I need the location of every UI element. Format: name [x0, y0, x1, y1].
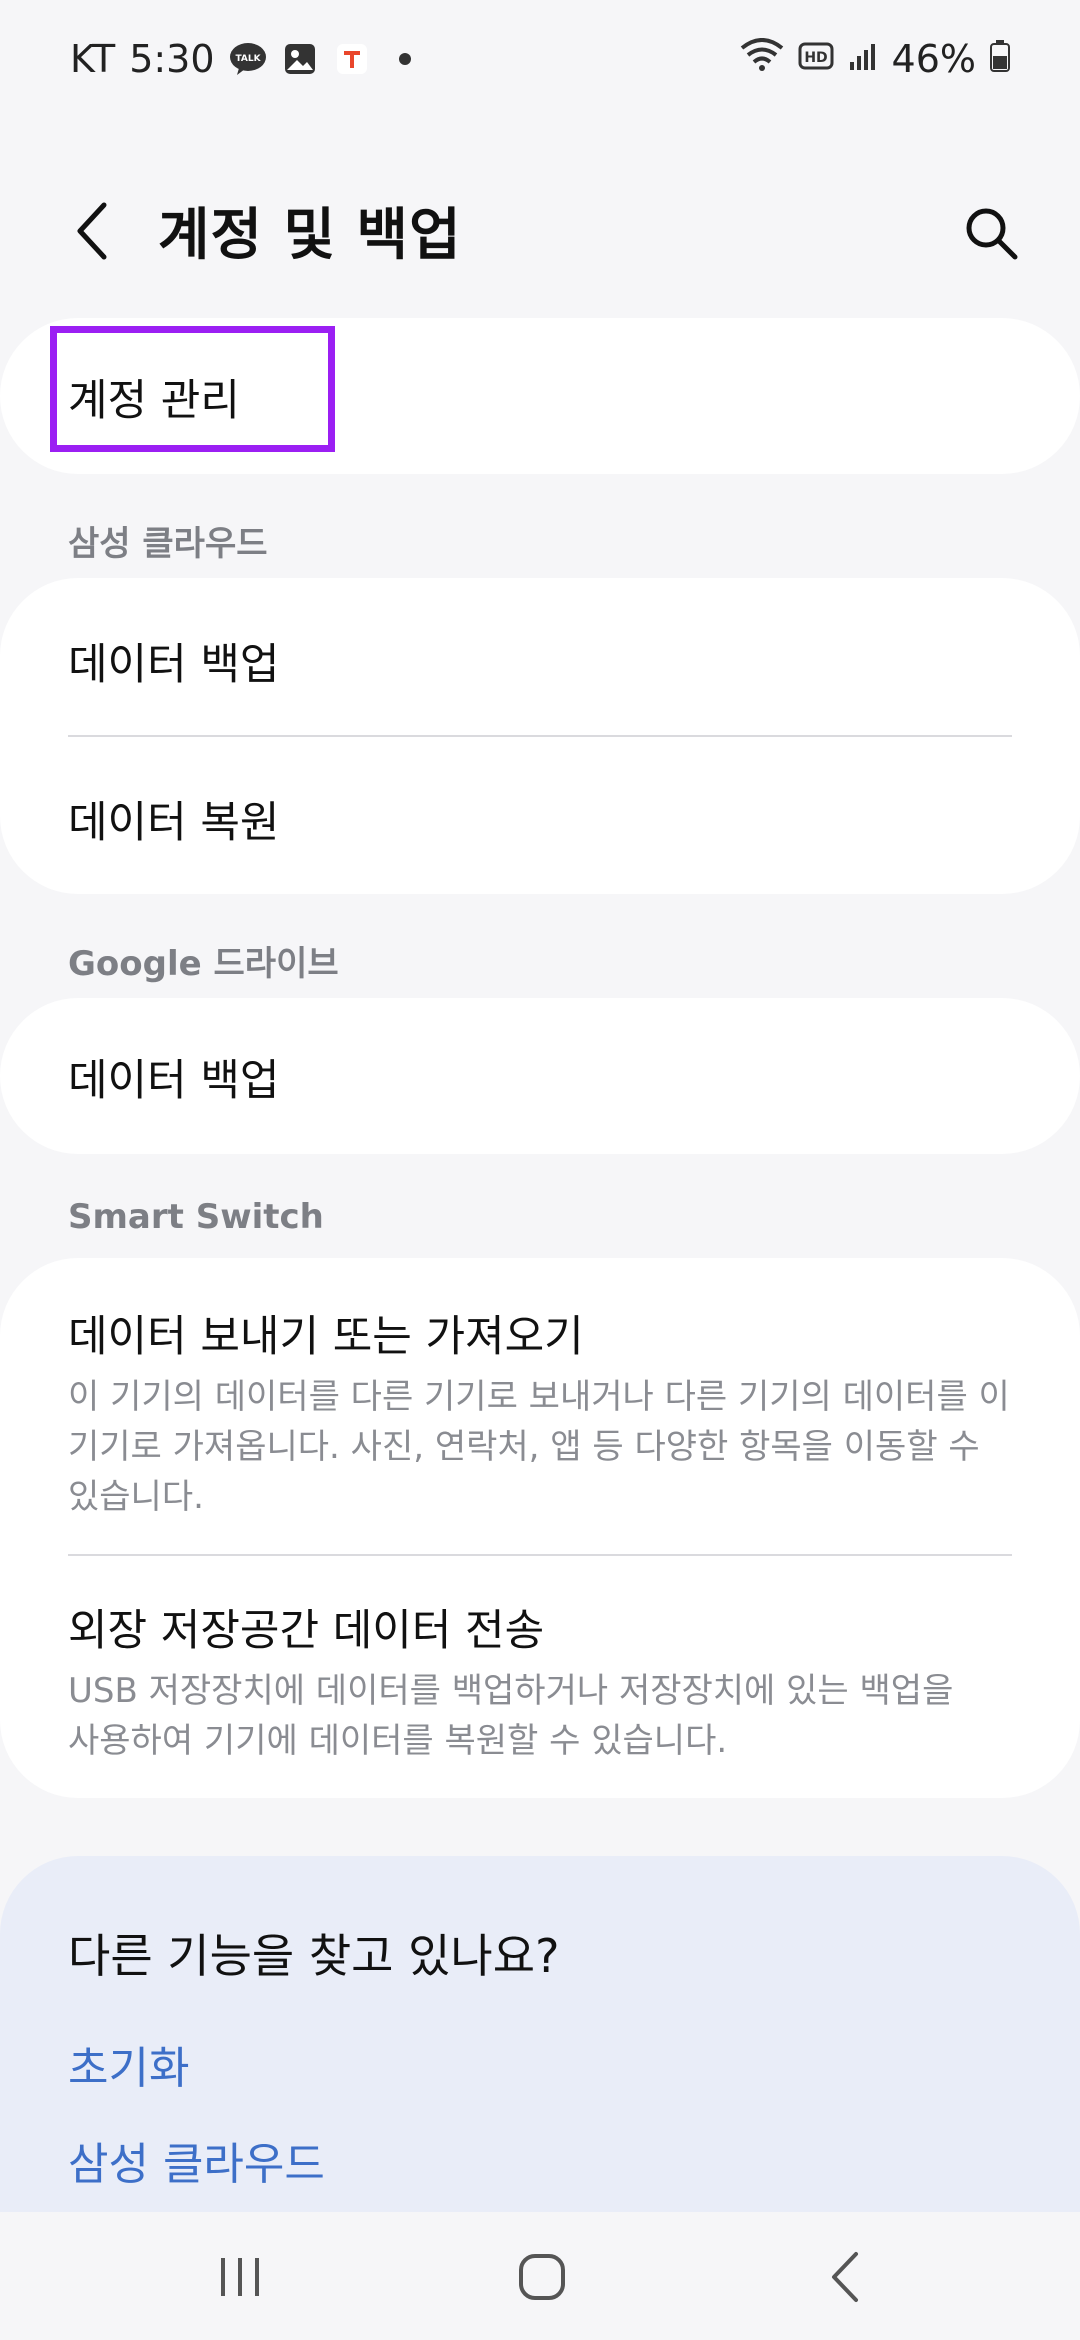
divider — [68, 735, 1012, 737]
section-header-google-drive: Google 드라이브 — [68, 944, 339, 984]
gallery-notification-icon — [281, 40, 319, 78]
smart-switch-transfer-item[interactable]: 데이터 보내기 또는 가져오기 이 기기의 데이터를 다른 기기로 보내거나 다… — [68, 1302, 1012, 1522]
smart-switch-transfer-label: 데이터 보내기 또는 가져오기 — [68, 1312, 584, 1362]
talk-badge-text: TALK — [235, 54, 261, 64]
google-drive-card: 데이터 백업 — [0, 998, 1080, 1154]
battery-percent: 46% — [891, 37, 976, 81]
search-button[interactable] — [956, 198, 1026, 268]
section-header-smart-switch: Smart Switch — [68, 1197, 324, 1237]
divider — [68, 1554, 1012, 1556]
home-icon — [519, 2254, 565, 2300]
google-drive-backup-label: 데이터 백업 — [68, 1056, 280, 1106]
suggestions-title: 다른 기능을 찾고 있나요? — [68, 1929, 560, 1983]
svg-text:HD: HD — [804, 50, 827, 66]
home-button[interactable] — [502, 2242, 582, 2312]
tmap-notification-icon — [333, 40, 371, 78]
status-bar: KT 5:30 TALK HD 46% — [0, 0, 1080, 118]
search-icon — [966, 208, 1018, 260]
description-line: 이 기기의 데이터를 다른 기기로 보내거나 다른 기기의 데이터를 이 — [68, 1377, 1010, 1417]
highlight-box — [50, 326, 335, 452]
description-line: USB 저장장치에 데이터를 백업하거나 저장장치에 있는 백업을 — [68, 1671, 954, 1711]
samsung-cloud-backup-item[interactable]: 데이터 백업 — [68, 630, 1012, 692]
carrier-label: KT — [70, 37, 116, 81]
chevron-left-icon — [77, 202, 107, 260]
hd-voice-icon: HD — [798, 37, 834, 81]
samsung-cloud-link[interactable]: 삼성 클라우드 — [68, 2128, 325, 2192]
status-right: HD 46% — [740, 37, 1010, 81]
samsung-cloud-card: 데이터 백업 데이터 복원 — [0, 578, 1080, 894]
recent-apps-button[interactable] — [200, 2242, 280, 2312]
samsung-cloud-restore-label: 데이터 복원 — [68, 798, 280, 848]
description-line: 사용하여 기기에 데이터를 복원할 수 있습니다. — [68, 1721, 728, 1761]
recent-apps-icon — [221, 2258, 259, 2296]
clock: 5:30 — [129, 37, 215, 81]
navigation-bar — [0, 2212, 1080, 2340]
battery-icon — [990, 37, 1010, 81]
back-nav-button[interactable] — [806, 2242, 886, 2312]
reset-link[interactable]: 초기화 — [68, 2032, 189, 2096]
back-button[interactable] — [62, 196, 122, 266]
back-icon — [832, 2252, 858, 2302]
wifi-icon — [740, 37, 784, 81]
status-left: KT 5:30 TALK — [70, 37, 411, 81]
external-storage-transfer-description: USB 저장장치에 데이터를 백업하거나 저장장치에 있는 백업을 사용하여 기… — [68, 1666, 1012, 1766]
google-drive-backup-item[interactable]: 데이터 백업 — [68, 1046, 1012, 1108]
more-notifications-dot — [398, 53, 411, 65]
signal-icon — [848, 37, 878, 81]
samsung-cloud-backup-label: 데이터 백업 — [68, 640, 280, 690]
description-line: 있습니다. — [68, 1477, 204, 1517]
app-bar: 계정 및 백업 — [0, 170, 1080, 290]
external-storage-transfer-label: 외장 저장공간 데이터 전송 — [68, 1606, 545, 1656]
smart-switch-card: 데이터 보내기 또는 가져오기 이 기기의 데이터를 다른 기기로 보내거나 다… — [0, 1258, 1080, 1798]
page-title: 계정 및 백업 — [158, 203, 462, 268]
samsung-cloud-restore-item[interactable]: 데이터 복원 — [68, 788, 1012, 850]
section-header-samsung-cloud: 삼성 클라우드 — [68, 524, 268, 564]
external-storage-transfer-item[interactable]: 외장 저장공간 데이터 전송 USB 저장장치에 데이터를 백업하거나 저장장치… — [68, 1596, 1012, 1766]
kakaotalk-notification-icon: TALK — [229, 40, 267, 78]
description-line: 기기로 가져옵니다. 사진, 연락처, 앱 등 다양한 항목을 이동할 수 — [68, 1427, 980, 1467]
smart-switch-transfer-description: 이 기기의 데이터를 다른 기기로 보내거나 다른 기기의 데이터를 이 기기로… — [68, 1372, 1012, 1522]
